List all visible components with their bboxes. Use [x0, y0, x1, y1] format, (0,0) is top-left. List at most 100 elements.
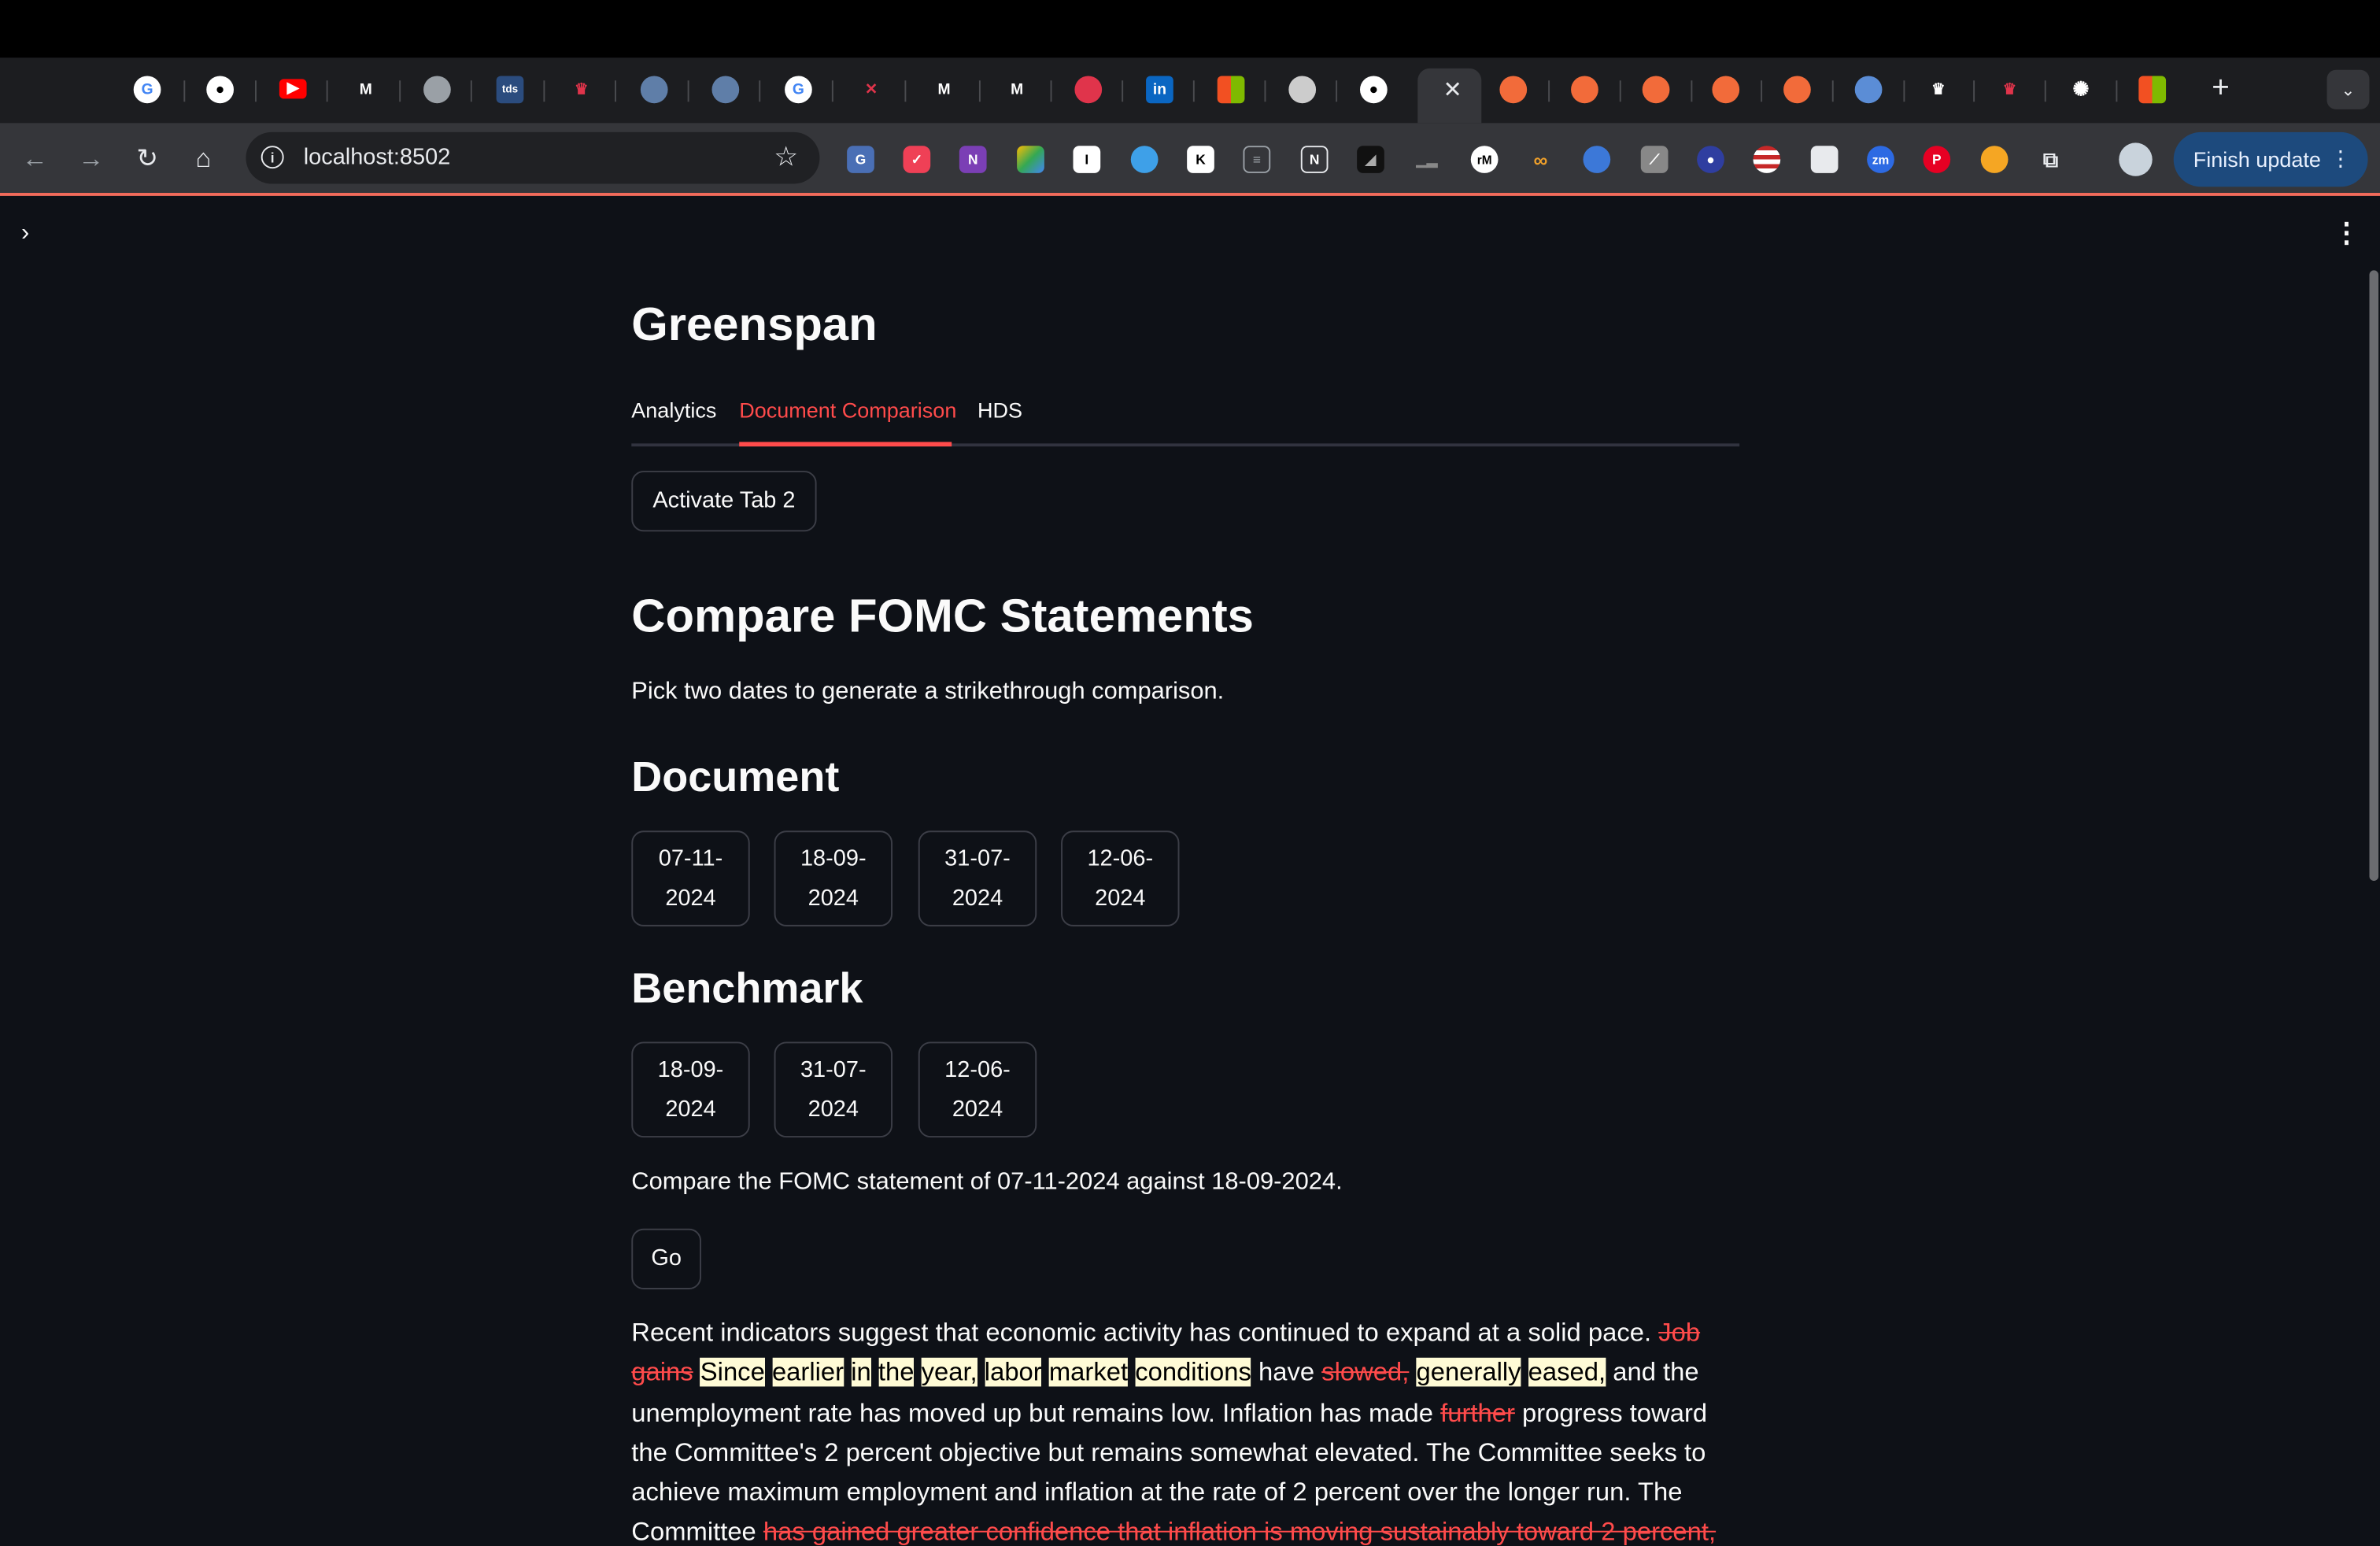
- pinterest-extension-icon[interactable]: P: [1923, 146, 1951, 173]
- url-text[interactable]: localhost:8502: [304, 144, 451, 170]
- bookmark-star-icon[interactable]: ☆: [774, 141, 798, 173]
- close-tab-icon[interactable]: ✕: [1439, 76, 1466, 103]
- extensions-puzzle-icon[interactable]: ⧉: [2037, 146, 2064, 173]
- avatar-tab-icon[interactable]: [1288, 76, 1317, 104]
- section-title: Compare FOMC Statements: [631, 589, 1254, 643]
- back-button[interactable]: ←: [18, 142, 51, 176]
- tab-separator: [904, 80, 907, 102]
- finish-update-button[interactable]: Finish update ⋮: [2173, 131, 2368, 187]
- medium-tab-icon[interactable]: M: [930, 76, 958, 103]
- zoom-extension-icon[interactable]: zm: [1867, 146, 1894, 173]
- benchmark-date-label: 12-06-2024: [944, 1056, 1011, 1122]
- tab-separator: [687, 80, 689, 102]
- profile-avatar[interactable]: [2119, 142, 2153, 176]
- go-button[interactable]: Go: [631, 1228, 701, 1289]
- drive-extension-icon[interactable]: [1017, 146, 1044, 173]
- tab-document-comparison[interactable]: Document Comparison: [739, 398, 956, 422]
- cloud-extension-icon[interactable]: [1130, 146, 1159, 173]
- tds-tab-icon[interactable]: tds: [496, 76, 524, 104]
- home-button[interactable]: ⌂: [187, 142, 220, 176]
- home-icon: ⌂: [195, 144, 212, 173]
- document-date-button[interactable]: 07-11-2024: [631, 830, 750, 926]
- claude-tab-icon[interactable]: [1783, 76, 1811, 104]
- youtube-tab-icon[interactable]: ▶: [279, 79, 307, 99]
- crown-tab-icon[interactable]: ♛: [1996, 76, 2023, 103]
- main-menu-icon[interactable]: ⋮: [2333, 217, 2360, 250]
- dark-extension-icon[interactable]: ◢: [1357, 146, 1384, 173]
- unchanged-text: [1042, 1358, 1049, 1387]
- medium-tab-icon[interactable]: M: [352, 76, 379, 103]
- tab-separator: [326, 80, 328, 102]
- medium-tab-icon[interactable]: M: [1003, 76, 1031, 103]
- clock-extension-icon[interactable]: [1980, 146, 2009, 173]
- instapaper-extension-icon[interactable]: I: [1073, 146, 1101, 173]
- tab-hds[interactable]: HDS: [978, 398, 1022, 422]
- google-tab-icon[interactable]: G: [785, 76, 812, 104]
- document-date-label: 18-09-2024: [800, 845, 867, 911]
- tab-separator: [978, 80, 981, 102]
- address-bar[interactable]: i localhost:8502 ☆: [246, 131, 820, 184]
- inserted-text: conditions: [1135, 1358, 1251, 1387]
- scrollbar-thumb[interactable]: [2369, 270, 2379, 881]
- forward-button[interactable]: →: [74, 142, 107, 176]
- eye-extension-icon[interactable]: ●: [1697, 146, 1724, 173]
- inserted-text: in: [851, 1358, 871, 1387]
- red-circle-tab-icon[interactable]: [1074, 76, 1103, 104]
- document-date-button[interactable]: 31-07-2024: [918, 830, 1037, 926]
- moon-tab-icon[interactable]: [640, 76, 668, 104]
- crown-tab-icon[interactable]: ♛: [1924, 76, 1952, 103]
- document-date-button[interactable]: 18-09-2024: [774, 830, 893, 926]
- document-date-label: 12-06-2024: [1087, 845, 1154, 911]
- unchanged-text: [871, 1358, 878, 1387]
- flag-extension-icon[interactable]: [1753, 146, 1781, 173]
- benchmark-date-button[interactable]: 31-07-2024: [774, 1041, 893, 1138]
- info-icon[interactable]: i: [261, 146, 284, 169]
- claude-tab-icon[interactable]: [1712, 76, 1740, 104]
- microsoft-tab-icon[interactable]: [2138, 76, 2167, 104]
- tab-separator: [1264, 80, 1266, 102]
- activate-tab-2-button[interactable]: Activate Tab 2: [631, 471, 817, 532]
- moon-tab-icon[interactable]: [711, 76, 740, 104]
- reload-button[interactable]: ↻: [131, 142, 164, 176]
- reader-extension-icon[interactable]: ≡: [1243, 146, 1271, 173]
- linkedin-tab-icon[interactable]: in: [1146, 76, 1173, 104]
- tab-search-button[interactable]: ⌄: [2326, 69, 2370, 109]
- tab-separator: [1548, 80, 1550, 102]
- new-tab-button[interactable]: +: [2204, 71, 2237, 105]
- tab-analytics[interactable]: Analytics: [631, 398, 716, 422]
- benchmark-date-label: 18-09-2024: [657, 1056, 724, 1122]
- deleted-text: further: [1440, 1398, 1515, 1427]
- document-extension-icon[interactable]: [1810, 146, 1839, 173]
- openai-tab-icon[interactable]: ✺: [2068, 76, 2095, 103]
- rm-extension-icon[interactable]: rM: [1470, 146, 1499, 173]
- github-tab-icon[interactable]: ●: [206, 76, 234, 104]
- x-tab-icon[interactable]: ✕: [858, 76, 885, 103]
- google-tab-icon[interactable]: G: [133, 76, 161, 104]
- globe-tab-icon[interactable]: [423, 76, 451, 104]
- onenote-extension-icon[interactable]: N: [959, 146, 987, 173]
- sidebar-expand-chevron-icon[interactable]: ›: [21, 220, 29, 248]
- github-tab-icon[interactable]: ●: [1359, 76, 1388, 104]
- microsoft-tab-icon[interactable]: [1217, 76, 1245, 104]
- notion-extension-icon[interactable]: N: [1300, 146, 1329, 173]
- benchmark-date-button[interactable]: 12-06-2024: [918, 1041, 1037, 1138]
- python-tab-icon[interactable]: [1854, 76, 1883, 104]
- compare-summary-text: Compare the FOMC statement of 07-11-2024…: [631, 1169, 1343, 1196]
- swirl-extension-icon[interactable]: [1583, 146, 1611, 173]
- chart-extension-icon[interactable]: ▁▂: [1413, 146, 1440, 173]
- infinity-extension-icon[interactable]: ∞: [1527, 146, 1554, 173]
- strikethrough-comparison: Recent indicators suggest that economic …: [631, 1314, 1739, 1546]
- pen-extension-icon[interactable]: ⟋: [1640, 146, 1669, 173]
- translate-extension-icon[interactable]: G: [847, 146, 874, 173]
- crown-tab-icon[interactable]: ♛: [567, 76, 595, 103]
- unchanged-text: [914, 1358, 921, 1387]
- unchanged-text: [1409, 1358, 1416, 1387]
- claude-tab-icon[interactable]: [1642, 76, 1670, 104]
- benchmark-date-button[interactable]: 18-09-2024: [631, 1041, 750, 1138]
- browser-toolbar: ← → ↻ ⌂ i localhost:8502 ☆ G ✓ N I K ≡ N…: [0, 123, 2380, 196]
- k-extension-icon[interactable]: K: [1187, 146, 1214, 173]
- claude-tab-icon[interactable]: [1571, 76, 1598, 104]
- claude-tab-icon[interactable]: [1499, 76, 1528, 104]
- pocket-extension-icon[interactable]: ✓: [903, 146, 931, 173]
- document-date-button[interactable]: 12-06-2024: [1061, 830, 1180, 926]
